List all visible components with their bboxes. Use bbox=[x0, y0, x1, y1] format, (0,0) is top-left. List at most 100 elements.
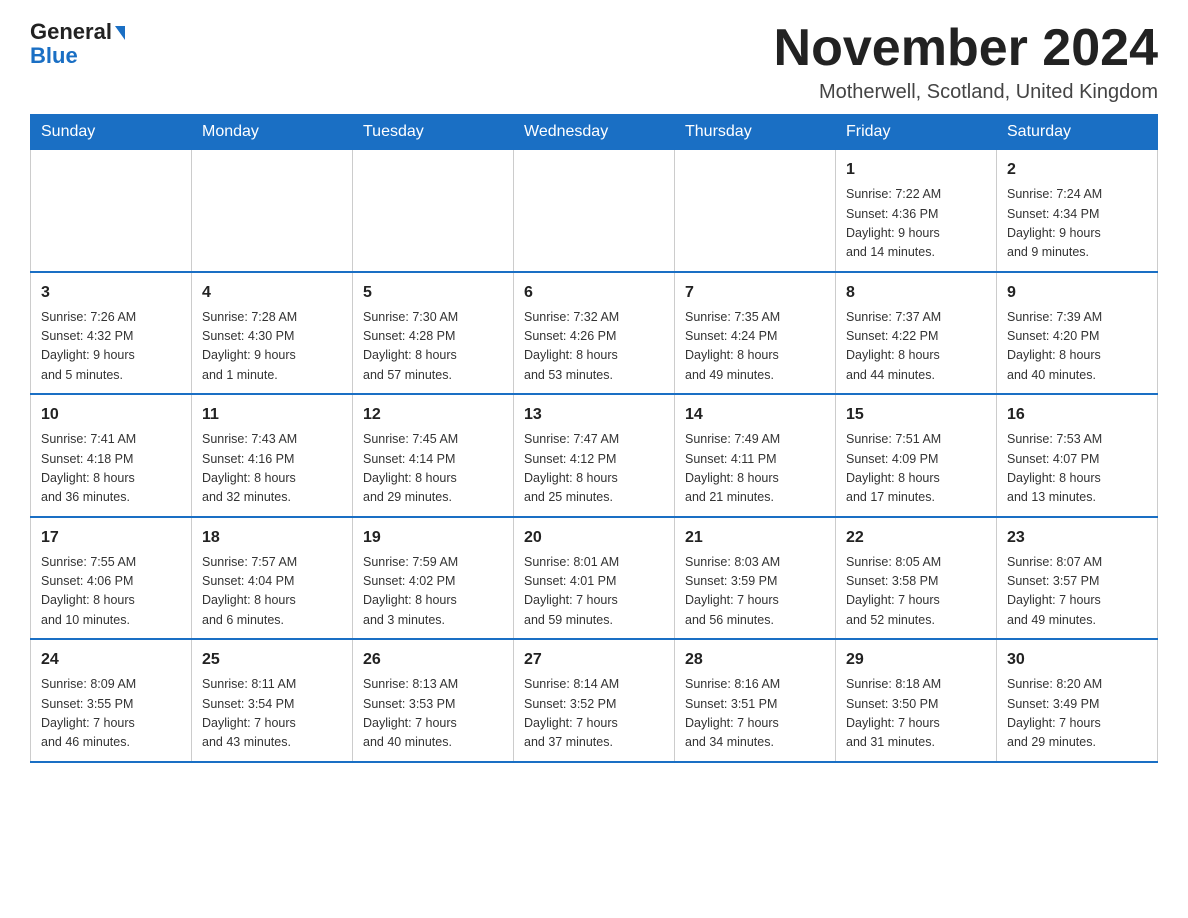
day-info: Sunrise: 7:55 AMSunset: 4:06 PMDaylight:… bbox=[41, 553, 181, 631]
day-number: 4 bbox=[202, 281, 342, 305]
day-number: 25 bbox=[202, 648, 342, 672]
calendar-table: SundayMondayTuesdayWednesdayThursdayFrid… bbox=[30, 114, 1158, 763]
calendar-cell: 22Sunrise: 8:05 AMSunset: 3:58 PMDayligh… bbox=[836, 517, 997, 640]
month-title: November 2024 bbox=[774, 20, 1158, 77]
calendar-week-3: 10Sunrise: 7:41 AMSunset: 4:18 PMDayligh… bbox=[31, 394, 1158, 517]
calendar-cell: 21 Sunrise: 8:03 AMSunset: 3:59 PMDayligh… bbox=[675, 517, 836, 640]
day-info: Sunrise: 8:16 AMSunset: 3:51 PMDaylight:… bbox=[685, 675, 825, 753]
calendar-cell: 18 Sunrise: 7:57 AMSunset: 4:04 PMDayligh… bbox=[192, 517, 353, 640]
calendar-cell: 13 Sunrise: 7:47 AMSunset: 4:12 PMDayligh… bbox=[514, 394, 675, 517]
day-info: Sunrise: 7:57 AMSunset: 4:04 PMDaylight:… bbox=[202, 553, 342, 631]
day-number: 11 bbox=[202, 403, 342, 427]
day-number: 18 bbox=[202, 526, 342, 550]
title-block: November 2024 Motherwell, Scotland, Unit… bbox=[774, 20, 1158, 104]
calendar-cell: 25 Sunrise: 8:11 AMSunset: 3:54 PMDayligh… bbox=[192, 639, 353, 762]
calendar-week-2: 3 Sunrise: 7:26 AMSunset: 4:32 PMDaylight… bbox=[31, 272, 1158, 395]
day-info: Sunrise: 7:47 AMSunset: 4:12 PMDaylight:… bbox=[524, 430, 664, 508]
day-info: Sunrise: 8:20 AMSunset: 3:49 PMDaylight:… bbox=[1007, 675, 1147, 753]
header-day-thursday: Thursday bbox=[675, 115, 836, 150]
day-number: 27 bbox=[524, 648, 664, 672]
day-number: 24 bbox=[41, 648, 181, 672]
day-info: Sunrise: 8:07 AMSunset: 3:57 PMDaylight:… bbox=[1007, 553, 1147, 631]
header-day-sunday: Sunday bbox=[31, 115, 192, 150]
calendar-cell bbox=[675, 150, 836, 272]
location: Motherwell, Scotland, United Kingdom bbox=[774, 81, 1158, 104]
day-number: 19 bbox=[363, 526, 503, 550]
calendar-cell: 19 Sunrise: 7:59 AMSunset: 4:02 PMDayligh… bbox=[353, 517, 514, 640]
day-number: 5 bbox=[363, 281, 503, 305]
calendar-cell: 7 Sunrise: 7:35 AMSunset: 4:24 PMDaylight… bbox=[675, 272, 836, 395]
day-number: 15 bbox=[846, 403, 986, 427]
day-number: 17 bbox=[41, 526, 181, 550]
day-info: Sunrise: 8:01 AMSunset: 4:01 PMDaylight:… bbox=[524, 553, 664, 631]
calendar-cell: 9Sunrise: 7:39 AMSunset: 4:20 PMDaylight… bbox=[997, 272, 1158, 395]
calendar-cell bbox=[353, 150, 514, 272]
header-day-wednesday: Wednesday bbox=[514, 115, 675, 150]
day-info: Sunrise: 7:28 AMSunset: 4:30 PMDaylight:… bbox=[202, 308, 342, 386]
calendar-cell: 17 Sunrise: 7:55 AMSunset: 4:06 PMDayligh… bbox=[31, 517, 192, 640]
calendar-cell: 14 Sunrise: 7:49 AMSunset: 4:11 PMDayligh… bbox=[675, 394, 836, 517]
day-number: 23 bbox=[1007, 526, 1147, 550]
logo-text: GeneralBlue bbox=[30, 20, 125, 68]
day-info: Sunrise: 8:05 AMSunset: 3:58 PMDaylight:… bbox=[846, 553, 986, 631]
day-info: Sunrise: 7:43 AMSunset: 4:16 PMDaylight:… bbox=[202, 430, 342, 508]
day-info: Sunrise: 7:41 AMSunset: 4:18 PMDaylight:… bbox=[41, 430, 181, 508]
logo: GeneralBlue bbox=[30, 20, 125, 68]
day-info: Sunrise: 7:51 AMSunset: 4:09 PMDaylight:… bbox=[846, 430, 986, 508]
day-number: 7 bbox=[685, 281, 825, 305]
header-day-friday: Friday bbox=[836, 115, 997, 150]
day-number: 8 bbox=[846, 281, 986, 305]
calendar-cell: 5 Sunrise: 7:30 AMSunset: 4:28 PMDaylight… bbox=[353, 272, 514, 395]
calendar-cell: 29Sunrise: 8:18 AMSunset: 3:50 PMDayligh… bbox=[836, 639, 997, 762]
header-row: SundayMondayTuesdayWednesdayThursdayFrid… bbox=[31, 115, 1158, 150]
calendar-cell: 2Sunrise: 7:24 AMSunset: 4:34 PMDaylight… bbox=[997, 150, 1158, 272]
day-number: 12 bbox=[363, 403, 503, 427]
calendar-cell: 20 Sunrise: 8:01 AMSunset: 4:01 PMDayligh… bbox=[514, 517, 675, 640]
calendar-cell: 26Sunrise: 8:13 AMSunset: 3:53 PMDayligh… bbox=[353, 639, 514, 762]
header-day-saturday: Saturday bbox=[997, 115, 1158, 150]
day-number: 6 bbox=[524, 281, 664, 305]
day-info: Sunrise: 7:37 AMSunset: 4:22 PMDaylight:… bbox=[846, 308, 986, 386]
calendar-week-5: 24Sunrise: 8:09 AMSunset: 3:55 PMDayligh… bbox=[31, 639, 1158, 762]
calendar-cell: 24Sunrise: 8:09 AMSunset: 3:55 PMDayligh… bbox=[31, 639, 192, 762]
day-info: Sunrise: 7:30 AMSunset: 4:28 PMDaylight:… bbox=[363, 308, 503, 386]
calendar-body: 1Sunrise: 7:22 AMSunset: 4:36 PMDaylight… bbox=[31, 150, 1158, 762]
calendar-cell: 8 Sunrise: 7:37 AMSunset: 4:22 PMDaylight… bbox=[836, 272, 997, 395]
header-day-monday: Monday bbox=[192, 115, 353, 150]
day-number: 16 bbox=[1007, 403, 1147, 427]
day-info: Sunrise: 7:45 AMSunset: 4:14 PMDaylight:… bbox=[363, 430, 503, 508]
calendar-cell: 12 Sunrise: 7:45 AMSunset: 4:14 PMDayligh… bbox=[353, 394, 514, 517]
day-number: 30 bbox=[1007, 648, 1147, 672]
calendar-cell: 27 Sunrise: 8:14 AMSunset: 3:52 PMDayligh… bbox=[514, 639, 675, 762]
calendar-cell: 23 Sunrise: 8:07 AMSunset: 3:57 PMDayligh… bbox=[997, 517, 1158, 640]
day-info: Sunrise: 7:24 AMSunset: 4:34 PMDaylight:… bbox=[1007, 185, 1147, 263]
calendar-cell: 15 Sunrise: 7:51 AMSunset: 4:09 PMDayligh… bbox=[836, 394, 997, 517]
day-info: Sunrise: 7:49 AMSunset: 4:11 PMDaylight:… bbox=[685, 430, 825, 508]
day-number: 21 bbox=[685, 526, 825, 550]
day-number: 14 bbox=[685, 403, 825, 427]
calendar-cell bbox=[514, 150, 675, 272]
day-number: 20 bbox=[524, 526, 664, 550]
day-number: 3 bbox=[41, 281, 181, 305]
day-info: Sunrise: 7:26 AMSunset: 4:32 PMDaylight:… bbox=[41, 308, 181, 386]
day-number: 28 bbox=[685, 648, 825, 672]
day-info: Sunrise: 8:11 AMSunset: 3:54 PMDaylight:… bbox=[202, 675, 342, 753]
calendar-cell: 11 Sunrise: 7:43 AMSunset: 4:16 PMDayligh… bbox=[192, 394, 353, 517]
calendar-cell bbox=[31, 150, 192, 272]
calendar-header: SundayMondayTuesdayWednesdayThursdayFrid… bbox=[31, 115, 1158, 150]
day-number: 13 bbox=[524, 403, 664, 427]
day-info: Sunrise: 7:22 AMSunset: 4:36 PMDaylight:… bbox=[846, 185, 986, 263]
day-number: 26 bbox=[363, 648, 503, 672]
day-info: Sunrise: 7:32 AMSunset: 4:26 PMDaylight:… bbox=[524, 308, 664, 386]
calendar-cell: 10Sunrise: 7:41 AMSunset: 4:18 PMDayligh… bbox=[31, 394, 192, 517]
day-info: Sunrise: 7:35 AMSunset: 4:24 PMDaylight:… bbox=[685, 308, 825, 386]
day-info: Sunrise: 8:14 AMSunset: 3:52 PMDaylight:… bbox=[524, 675, 664, 753]
calendar-week-1: 1Sunrise: 7:22 AMSunset: 4:36 PMDaylight… bbox=[31, 150, 1158, 272]
calendar-cell: 28 Sunrise: 8:16 AMSunset: 3:51 PMDayligh… bbox=[675, 639, 836, 762]
logo-triangle-icon bbox=[115, 26, 125, 40]
day-info: Sunrise: 8:03 AMSunset: 3:59 PMDaylight:… bbox=[685, 553, 825, 631]
day-number: 29 bbox=[846, 648, 986, 672]
calendar-cell: 16Sunrise: 7:53 AMSunset: 4:07 PMDayligh… bbox=[997, 394, 1158, 517]
day-info: Sunrise: 7:59 AMSunset: 4:02 PMDaylight:… bbox=[363, 553, 503, 631]
calendar-cell bbox=[192, 150, 353, 272]
